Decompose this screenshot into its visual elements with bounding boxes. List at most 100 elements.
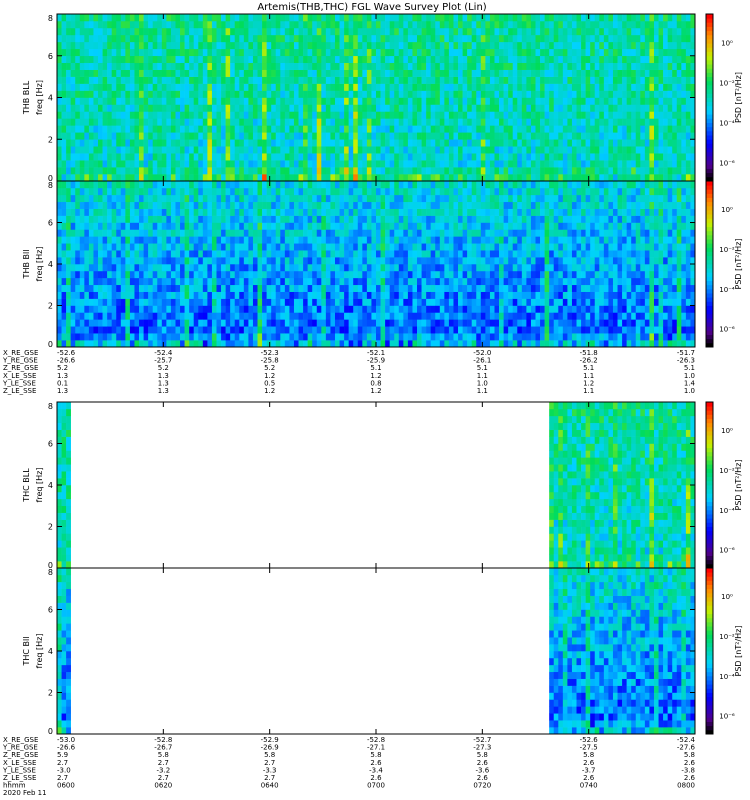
spectrogram-cell	[622, 90, 627, 98]
spectrogram-cell	[362, 62, 368, 70]
spectrogram-cell	[107, 298, 112, 306]
spectrogram-cell	[207, 139, 213, 147]
spectrogram-cell	[485, 27, 491, 36]
spectrogram-cell	[293, 20, 299, 29]
spectrogram-cell	[170, 333, 176, 341]
spectrogram-cell	[293, 69, 299, 77]
spectrogram-cell	[284, 55, 290, 64]
spectrogram-cell	[312, 319, 318, 327]
spectrogram-cell	[316, 284, 322, 292]
spectrogram-cell	[544, 62, 550, 70]
spectrogram-cell	[426, 97, 431, 105]
spectrogram-cell	[79, 319, 85, 327]
spectrogram-cell	[280, 62, 286, 70]
spectrogram-cell	[458, 104, 463, 112]
spectrogram-cell	[380, 20, 386, 29]
spectrogram-cell	[590, 14, 596, 22]
spectrogram-cell	[376, 55, 381, 64]
spectrogram-cell	[553, 76, 559, 84]
spectrogram-cell	[421, 146, 427, 154]
spectrogram-cell	[57, 284, 62, 292]
spectrogram-cell	[644, 132, 650, 140]
spectrogram-cell	[581, 146, 586, 154]
spectrogram-cell	[211, 326, 217, 334]
spectrogram-cell	[585, 41, 591, 50]
spectrogram-cell	[535, 111, 541, 119]
spectrogram-cell	[189, 243, 195, 251]
spectrogram-cell	[448, 167, 454, 175]
spectrogram-cell	[221, 69, 226, 77]
spectrogram-cell	[175, 55, 181, 64]
spectrogram-cell	[111, 14, 117, 22]
spectrogram-cell	[540, 160, 545, 168]
spectrogram-cell	[576, 90, 582, 98]
spectrogram-cell	[252, 326, 258, 334]
spectrogram-cell	[180, 340, 185, 348]
spectrogram-cell	[298, 208, 304, 216]
spectrogram-cell	[184, 139, 190, 147]
spectrogram-cell	[129, 222, 135, 230]
spectrogram-cell	[88, 34, 94, 43]
spectrogram-cell	[152, 62, 158, 70]
spectrogram-cell	[608, 48, 614, 57]
spectrogram-cell	[88, 174, 94, 182]
spectrogram-cell	[134, 222, 140, 230]
spectrogram-cell	[184, 69, 190, 77]
spectrogram-cell	[57, 27, 62, 36]
spectrogram-cell	[216, 201, 222, 209]
spectrogram-cell	[225, 153, 231, 161]
spectrogram-cell	[676, 69, 682, 77]
spectrogram-cell	[225, 201, 231, 209]
spectrogram-cell	[590, 160, 596, 168]
spectrogram-cell	[170, 62, 176, 70]
spectrogram-cell	[120, 333, 126, 341]
spectrogram-cell	[307, 132, 313, 140]
spectrogram-cell	[230, 264, 236, 272]
spectrogram-cell	[75, 284, 81, 292]
spectrogram-cell	[448, 34, 454, 43]
spectrogram-cell	[216, 298, 222, 306]
spectrogram-cell	[453, 153, 459, 161]
spectrogram-cell	[312, 340, 318, 348]
spectrogram-cell	[562, 125, 568, 133]
spectrogram-cell	[161, 270, 167, 279]
colorbar-segment	[706, 64, 713, 69]
spectrogram-cell	[75, 97, 81, 105]
spectrogram-cell	[180, 236, 185, 244]
spectrogram-cell	[134, 250, 140, 258]
spectrogram-cell	[211, 139, 217, 147]
spectrogram-cell	[672, 167, 678, 175]
spectrogram-cell	[98, 167, 103, 175]
spectrogram-cell	[134, 111, 140, 119]
spectrogram-cell	[98, 76, 103, 84]
spectrogram-cell	[161, 194, 167, 203]
spectrogram-cell	[357, 132, 363, 140]
spectrogram-cell	[298, 111, 304, 119]
spectrogram-cell	[102, 333, 108, 341]
spectrogram-cell	[476, 27, 482, 36]
spectrogram-cell	[284, 277, 290, 286]
spectrogram-cell	[325, 284, 331, 292]
spectrogram-cell	[571, 146, 577, 154]
spectrogram-cell	[116, 312, 122, 320]
spectrogram-cell	[426, 153, 431, 161]
spectrogram-cell	[667, 125, 673, 133]
spectrogram-cell	[161, 319, 167, 327]
spectrogram-cell	[125, 291, 131, 299]
spectrogram-cell	[284, 132, 290, 140]
spectrogram-cell	[612, 111, 618, 119]
spectrogram-cell	[70, 250, 76, 258]
spectrogram-cell	[107, 250, 112, 258]
spectrogram-cell	[216, 250, 222, 258]
spectrogram-cell	[489, 48, 495, 57]
spectrogram-cell	[334, 291, 340, 299]
spectrogram-cell	[585, 62, 591, 70]
spectrogram-cell	[339, 174, 345, 182]
spectrogram-cell	[590, 139, 596, 147]
spectrogram-cell	[271, 264, 277, 272]
spectrogram-cell	[221, 174, 226, 182]
spectrogram-cell	[120, 187, 126, 196]
spectrogram-cell	[348, 222, 354, 230]
spectrogram-cell	[111, 27, 117, 36]
spectrogram-cell	[307, 146, 313, 154]
